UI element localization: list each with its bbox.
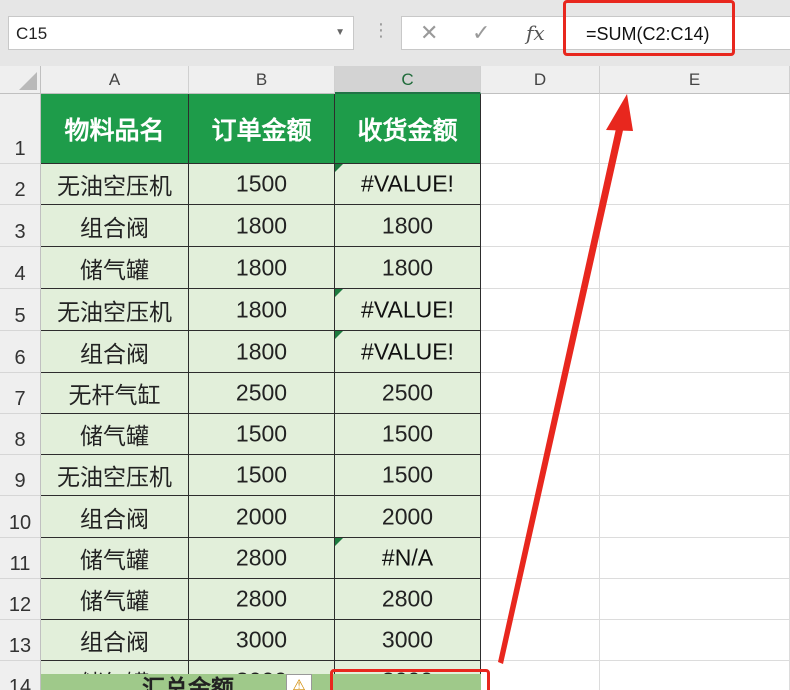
annotation-arrow <box>498 94 633 664</box>
